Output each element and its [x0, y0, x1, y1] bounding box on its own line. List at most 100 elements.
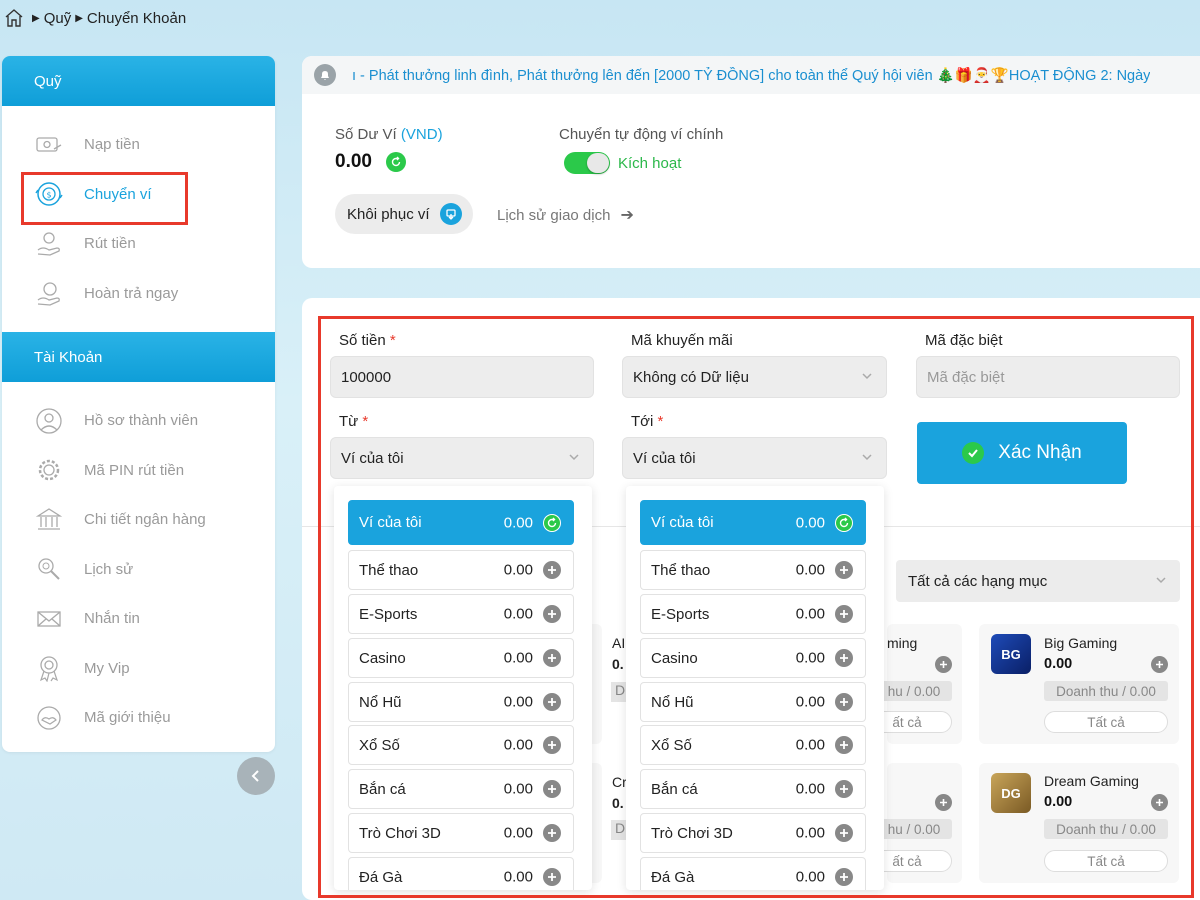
- confirm-button[interactable]: Xác Nhận: [917, 422, 1127, 484]
- wallet-option[interactable]: Đá Gà 0.00: [348, 857, 574, 890]
- breadcrumb-item-fund[interactable]: Quỹ: [44, 10, 72, 27]
- promo-select[interactable]: Không có Dữ liệu: [622, 356, 887, 398]
- wallet-option[interactable]: Bắn cá 0.00: [640, 769, 866, 809]
- provider-name-partial: ming: [887, 635, 918, 651]
- sidebar-item-pin[interactable]: Mã PIN rút tiền: [2, 446, 275, 496]
- category-select[interactable]: Tất cả các hạng mục: [896, 560, 1180, 602]
- plus-icon[interactable]: [1151, 794, 1168, 811]
- wallet-option-name: E-Sports: [651, 605, 710, 623]
- sidebar-item-history[interactable]: Lịch sử: [2, 545, 275, 595]
- sidebar-section-account: Tài Khoản: [2, 332, 275, 382]
- transaction-history-link[interactable]: Lịch sử giao dịch ➔: [497, 205, 634, 225]
- to-wallet-dropdown: Ví của tôi 0.00 Thể thao 0.00 E-Sports 0.00 Ca…: [626, 486, 884, 890]
- plus-icon[interactable]: [935, 794, 952, 811]
- wallet-option[interactable]: Trò Chơi 3D 0.00: [348, 813, 574, 853]
- wallet-option[interactable]: Xổ Số 0.00: [640, 725, 866, 765]
- auto-transfer-toggle[interactable]: [564, 152, 610, 174]
- plus-icon[interactable]: [835, 868, 853, 886]
- plus-icon[interactable]: [835, 736, 853, 754]
- plus-icon[interactable]: [835, 649, 853, 667]
- announcement-bar: ı - Phát thưởng linh đình, Phát thưởng l…: [302, 56, 1200, 94]
- sidebar-section-fund: Quỹ: [2, 56, 275, 106]
- wallet-option[interactable]: Bắn cá 0.00: [348, 769, 574, 809]
- sidebar-item-refund[interactable]: Hoàn trả ngay: [2, 269, 275, 319]
- sidebar-item-vip[interactable]: My Vip: [2, 644, 275, 694]
- sidebar-item-label: My Vip: [84, 659, 130, 677]
- wallet-option[interactable]: Trò Chơi 3D 0.00: [640, 813, 866, 853]
- plus-icon[interactable]: [543, 649, 561, 667]
- plus-icon[interactable]: [835, 824, 853, 842]
- svg-text:$: $: [46, 191, 51, 200]
- wallet-option[interactable]: Xổ Số 0.00: [348, 725, 574, 765]
- plus-icon[interactable]: [543, 780, 561, 798]
- sidebar-item-deposit[interactable]: Nạp tiền: [2, 120, 275, 170]
- plus-icon[interactable]: [543, 693, 561, 711]
- plus-icon[interactable]: [935, 656, 952, 673]
- sidebar-item-messages[interactable]: Nhắn tin: [2, 594, 275, 644]
- wallet-option[interactable]: Thể thao 0.00: [348, 550, 574, 590]
- sidebar-item-bank[interactable]: Chi tiết ngân hàng: [2, 495, 275, 545]
- wallet-option-amount: 0.00: [795, 561, 825, 579]
- sidebar-item-label: Chuyển ví: [84, 185, 152, 203]
- provider-name: Big Gaming: [1044, 635, 1118, 651]
- wallet-option-amount: 0.00: [503, 561, 533, 579]
- wallet-option-name: Casino: [359, 649, 406, 667]
- wallet-option[interactable]: Casino 0.00: [348, 638, 574, 678]
- sidebar-item-profile[interactable]: Hồ sơ thành viên: [2, 396, 275, 446]
- arrow-right-icon: ➔: [620, 207, 634, 224]
- provider-all-button[interactable]: Tất cả: [1044, 850, 1168, 872]
- wallet-option-amount: 0.00: [503, 736, 533, 754]
- provider-name: Dream Gaming: [1044, 773, 1139, 789]
- wallet-transfer-icon: $: [34, 179, 64, 209]
- plus-icon[interactable]: [835, 693, 853, 711]
- wallet-option[interactable]: Ví của tôi 0.00: [348, 500, 574, 545]
- referral-icon: [34, 703, 64, 733]
- currency-unit: (VND): [400, 126, 443, 143]
- sidebar-item-wallet-transfer[interactable]: $ Chuyển ví: [2, 170, 275, 224]
- refresh-icon[interactable]: [385, 152, 406, 172]
- plus-icon[interactable]: [1151, 656, 1168, 673]
- wallet-option-name: Bắn cá: [651, 780, 698, 798]
- wallet-option[interactable]: Thể thao 0.00: [640, 550, 866, 590]
- refresh-icon[interactable]: [835, 513, 853, 532]
- provider-all-button[interactable]: Tất cả: [1044, 711, 1168, 733]
- toggle-status-text: Kích hoạt: [618, 154, 682, 172]
- wallet-option[interactable]: Đá Gà 0.00: [640, 857, 866, 890]
- mail-icon: [34, 604, 64, 634]
- plus-icon[interactable]: [543, 868, 561, 886]
- wallet-option[interactable]: Nổ Hũ 0.00: [640, 682, 866, 722]
- plus-icon[interactable]: [543, 824, 561, 842]
- plus-icon[interactable]: [835, 780, 853, 798]
- amount-input[interactable]: 100000: [330, 356, 594, 398]
- plus-icon[interactable]: [835, 605, 853, 623]
- home-icon[interactable]: [4, 8, 24, 28]
- wallet-option[interactable]: Ví của tôi 0.00: [640, 500, 866, 545]
- breadcrumb-separator-icon: ▶: [75, 12, 83, 24]
- bank-icon: [34, 505, 64, 535]
- plus-icon[interactable]: [543, 736, 561, 754]
- sidebar-item-referral[interactable]: Mã giới thiệu: [2, 693, 275, 743]
- wallet-option[interactable]: Nổ Hũ 0.00: [348, 682, 574, 722]
- dream-gaming-logo: DG: [991, 773, 1031, 813]
- to-wallet-select[interactable]: Ví của tôi: [622, 437, 887, 479]
- wallet-option-amount: 0.00: [503, 649, 533, 667]
- sidebar-item-label: Mã giới thiệu: [84, 709, 171, 727]
- wallet-option[interactable]: E-Sports 0.00: [348, 594, 574, 634]
- wallet-option[interactable]: Casino 0.00: [640, 638, 866, 678]
- plus-icon[interactable]: [543, 561, 561, 579]
- provider-revenue-partial: hu / 0.00: [876, 681, 952, 701]
- plus-icon[interactable]: [835, 561, 853, 579]
- plus-icon[interactable]: [543, 605, 561, 623]
- wallet-option-amount: 0.00: [795, 693, 825, 711]
- wallet-option[interactable]: E-Sports 0.00: [640, 594, 866, 634]
- restore-wallet-button[interactable]: Khôi phục ví: [335, 194, 473, 234]
- collapse-sidebar-button[interactable]: [237, 757, 275, 795]
- from-wallet-select[interactable]: Ví của tôi: [330, 437, 594, 479]
- wallet-option-name: Bắn cá: [359, 780, 406, 798]
- wallet-option-name: Ví của tôi: [359, 514, 422, 531]
- sidebar-item-label: Nạp tiền: [84, 136, 140, 154]
- sidebar-item-label: Nhắn tin: [84, 610, 140, 628]
- special-code-input[interactable]: Mã đặc biệt: [916, 356, 1180, 398]
- refresh-icon[interactable]: [543, 513, 561, 532]
- sidebar-item-withdraw[interactable]: Rút tiền: [2, 219, 275, 269]
